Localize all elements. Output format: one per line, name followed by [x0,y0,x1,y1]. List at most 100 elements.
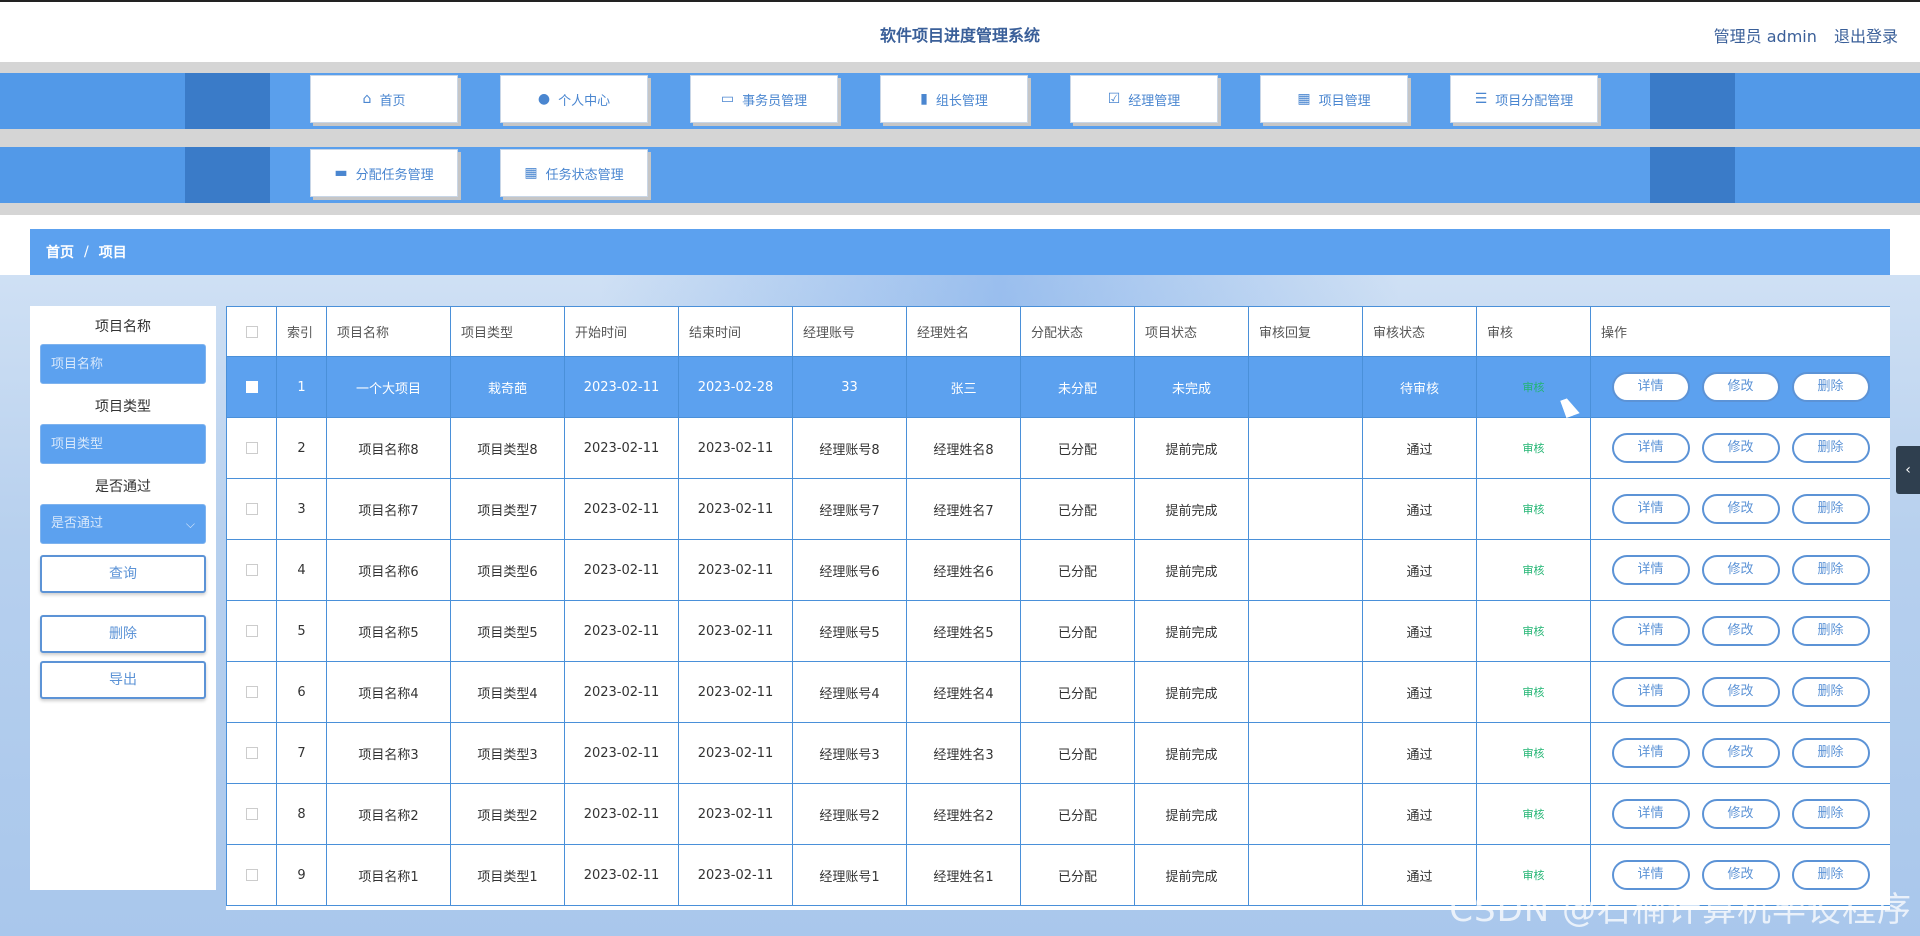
row-checkbox[interactable] [245,503,258,515]
nav-item-1[interactable]: ▬ 分配任务管理 [310,149,458,197]
table-row[interactable]: 2 项目名称8 项目类型8 2023-02-11 2023-02-11 经理账号8 经理姓名… [226,417,1890,479]
audit-link[interactable]: 审核 [1523,869,1545,882]
nav-item-label: 项目分配管理 [1495,93,1574,109]
table-row[interactable]: 8 项目名称2 项目类型2 2023-02-11 2023-02-11 经理账号2 经理姓名… [226,783,1890,845]
cell-audit-status: 通过 [1362,417,1477,479]
column-header: 项目状态 [1134,306,1249,357]
cell-index: 1 [276,356,327,418]
cell-index: 8 [276,783,327,845]
audit-link[interactable]: 审核 [1523,442,1545,455]
cell-account: 经理账号6 [792,539,907,601]
edit-button[interactable]: 修改 [1701,616,1780,646]
name-label: 项目名称 [95,319,151,335]
cell-start: 2023-02-11 [564,478,679,540]
nav-item-4[interactable]: ▮ 组长管理 [880,75,1028,123]
row-checkbox[interactable] [245,808,258,820]
row-delete-button[interactable]: 删除 [1791,372,1870,402]
detail-button[interactable]: 详情 [1611,555,1690,585]
row-delete-button[interactable]: 删除 [1791,616,1870,646]
project-name-input[interactable] [40,344,206,384]
detail-button[interactable]: 详情 [1611,372,1690,402]
row-delete-button[interactable]: 删除 [1791,799,1870,829]
cell-type: 栽奇葩 [450,356,565,418]
row-checkbox[interactable] [245,625,258,637]
row-checkbox[interactable] [245,686,258,698]
row-delete-button[interactable]: 删除 [1791,494,1870,524]
cell-name: 项目名称2 [326,783,451,845]
cell-audit-status: 通过 [1362,783,1477,845]
table-row[interactable]: 4 项目名称6 项目类型6 2023-02-11 2023-02-11 经理账号6 经理姓名… [226,539,1890,601]
detail-button[interactable]: 详情 [1611,494,1690,524]
cell-assign: 已分配 [1020,417,1135,479]
audit-link[interactable]: 审核 [1523,503,1545,516]
audit-link[interactable]: 审核 [1523,564,1545,577]
row-delete-button[interactable]: 删除 [1791,555,1870,585]
detail-button[interactable]: 详情 [1611,677,1690,707]
detail-button[interactable]: 详情 [1611,738,1690,768]
column-header: 项目类型 [450,306,565,357]
cell-start: 2023-02-11 [564,600,679,662]
table-row[interactable]: 1 一个大项目 栽奇葩 2023-02-11 2023-02-28 33 张三 未分配 未完成 待… [226,356,1890,418]
cell-start: 2023-02-11 [564,539,679,601]
nav-item-label: 组长管理 [935,93,988,109]
cell-assign: 已分配 [1020,783,1135,845]
delete-button[interactable]: 删除 [40,615,206,653]
cell-account: 经理账号4 [792,661,907,723]
edit-button[interactable]: 修改 [1701,677,1780,707]
detail-button[interactable]: 详情 [1611,433,1690,463]
pass-select[interactable]: 是否通过 ⌵ [40,504,206,544]
select-all-checkbox[interactable] [245,325,258,338]
row-checkbox[interactable] [245,564,258,576]
actions-cell: 详情 修改 删除 [1590,417,1890,479]
breadcrumb-separator: / [84,244,89,260]
breadcrumb-home[interactable]: 首页 [46,242,74,262]
nav-item-6[interactable]: ▦ 项目管理 [1260,75,1408,123]
audit-link[interactable]: 审核 [1523,747,1545,760]
row-select-cell [226,417,277,479]
row-checkbox[interactable] [245,869,258,881]
row-delete-button[interactable]: 删除 [1791,433,1870,463]
nav-item-7[interactable]: ☰ 项目分配管理 [1450,75,1598,123]
actions-cell: 详情 修改 删除 [1590,478,1890,540]
audit-link[interactable]: 审核 [1523,808,1545,821]
edit-button[interactable]: 修改 [1701,799,1780,829]
audit-link[interactable]: 审核 [1523,686,1545,699]
table-row[interactable]: 6 项目名称4 项目类型4 2023-02-11 2023-02-11 经理账号4 经理姓名… [226,661,1890,723]
table-row[interactable]: 7 项目名称3 项目类型3 2023-02-11 2023-02-11 经理账号3 经理姓名… [226,722,1890,784]
export-button[interactable]: 导出 [40,661,206,699]
cell-status: 提前完成 [1134,783,1249,845]
query-button[interactable]: 查询 [40,555,206,593]
side-toggle-button[interactable]: ‹ [1896,446,1920,494]
edit-button[interactable]: 修改 [1701,433,1780,463]
nav-item-3[interactable]: ▭ 事务员管理 [690,75,838,123]
table-row[interactable]: 5 项目名称5 项目类型5 2023-02-11 2023-02-11 经理账号5 经理姓名… [226,600,1890,662]
logout-link[interactable]: 退出登录 [1834,27,1898,46]
edit-button[interactable]: 修改 [1701,738,1780,768]
detail-button[interactable]: 详情 [1611,616,1690,646]
cell-end: 2023-02-11 [678,844,793,906]
nav-item-1[interactable]: ⌂ 首页 [310,75,458,123]
edit-button[interactable]: 修改 [1701,494,1780,524]
row-delete-button[interactable]: 删除 [1791,738,1870,768]
audit-link[interactable]: 审核 [1523,625,1545,638]
row-checkbox[interactable] [245,442,258,454]
edit-button[interactable]: 修改 [1701,372,1780,402]
edit-button[interactable]: 修改 [1701,555,1780,585]
detail-button[interactable]: 详情 [1611,799,1690,829]
project-type-input[interactable] [40,424,206,464]
nav-item-5[interactable]: ☑ 经理管理 [1070,75,1218,123]
select-all-cell [226,306,277,357]
nav-item-2[interactable]: ● 个人中心 [500,75,648,123]
table-row[interactable]: 3 项目名称7 项目类型7 2023-02-11 2023-02-11 经理账号7 经理姓名… [226,478,1890,540]
row-delete-button[interactable]: 删除 [1791,677,1870,707]
cell-end: 2023-02-11 [678,539,793,601]
actions-cell: 详情 修改 删除 [1590,356,1890,418]
nav-divider [0,62,1920,73]
nav-item-label: 经理管理 [1128,93,1181,109]
user-icon: ● [537,91,551,107]
row-checkbox[interactable] [245,747,258,759]
column-header: 项目名称 [326,306,451,357]
row-checkbox[interactable] [245,381,258,393]
audit-link[interactable]: 审核 [1523,381,1545,394]
nav-item-2[interactable]: ▦ 任务状态管理 [500,149,648,197]
